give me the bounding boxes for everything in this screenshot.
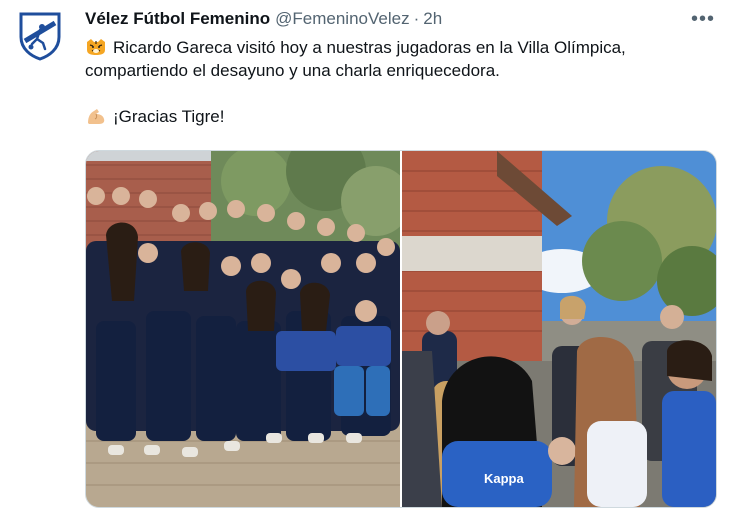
tweet-text: Ricardo Gareca visitó hoy a nuestras jug… xyxy=(85,36,725,128)
separator-dot: · xyxy=(413,9,420,28)
tiger-face-icon xyxy=(87,39,105,55)
tweet-card[interactable]: Vélez Fútbol Femenino @FemeninoVelez · 2… xyxy=(0,0,738,513)
tweet-text-line-1-text: Ricardo Gareca visitó hoy a nuestras jug… xyxy=(113,38,626,57)
author-handle[interactable]: @FemeninoVelez xyxy=(275,9,409,29)
velez-shield-logo xyxy=(19,12,61,61)
flexed-biceps-icon xyxy=(88,109,105,124)
tweet-media[interactable]: Kappa xyxy=(85,150,717,508)
team-group-photo[interactable] xyxy=(86,151,400,507)
team-group-photo-image xyxy=(86,151,400,507)
gareca-talk-photo-image: Kappa xyxy=(402,151,716,507)
tweet-text-line-3: ¡Gracias Tigre! xyxy=(85,105,725,128)
more-options-icon[interactable]: ••• xyxy=(688,6,718,32)
tweet-text-line-2: compartiendo el desayuno y una charla en… xyxy=(85,61,500,80)
tweet-timestamp[interactable]: 2h xyxy=(423,9,442,29)
author-name[interactable]: Vélez Fútbol Femenino xyxy=(85,9,270,29)
gareca-talk-photo[interactable]: Kappa xyxy=(402,151,716,507)
tweet-header: Vélez Fútbol Femenino @FemeninoVelez · 2… xyxy=(85,8,442,30)
kappa-shirt-text: Kappa xyxy=(484,471,525,486)
tweet-text-blank xyxy=(85,82,725,105)
tweet-text-line-3-text: ¡Gracias Tigre! xyxy=(113,107,225,126)
more-options-label: ••• xyxy=(690,7,715,30)
avatar[interactable] xyxy=(14,10,66,62)
tweet-text-line-1: Ricardo Gareca visitó hoy a nuestras jug… xyxy=(85,36,725,59)
